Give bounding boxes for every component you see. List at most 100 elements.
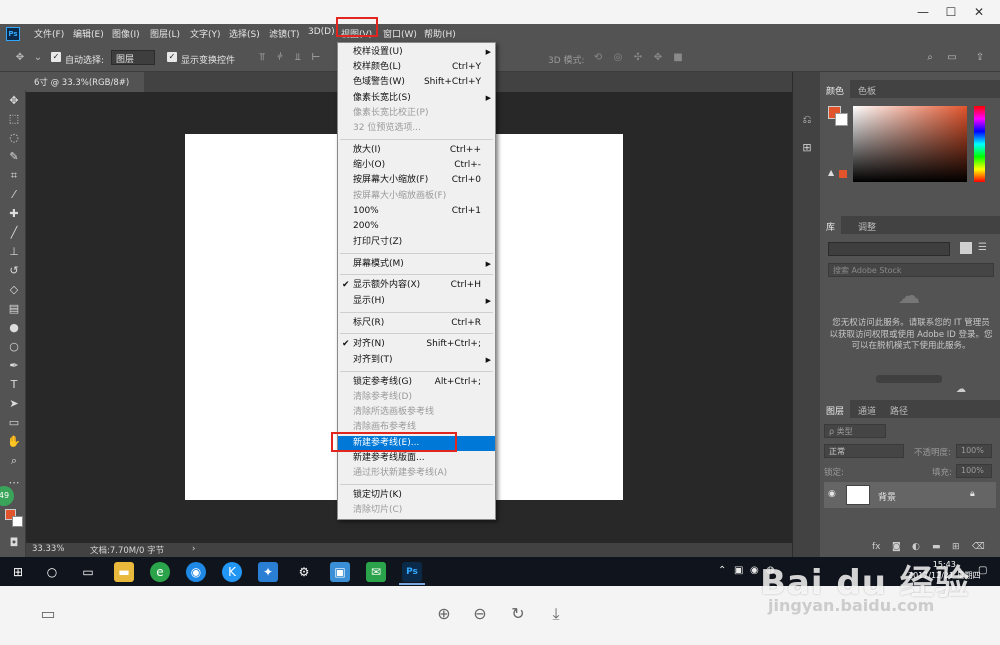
- download-icon[interactable]: ⤓: [546, 604, 566, 624]
- color-picker-field[interactable]: [853, 106, 967, 182]
- eraser-tool-icon[interactable]: ◇: [7, 283, 21, 297]
- path-select-tool-icon[interactable]: ➤: [7, 397, 21, 411]
- type-tool-icon[interactable]: T: [7, 378, 21, 392]
- marquee-tool-icon[interactable]: ⬚: [7, 112, 21, 126]
- tray-app-icon[interactable]: ◉: [750, 565, 759, 576]
- cortana-icon[interactable]: ○: [42, 562, 62, 582]
- tab-color[interactable]: 颜色: [820, 80, 851, 98]
- menu-item-zoom-in[interactable]: 放大(I) Ctrl++: [338, 143, 495, 158]
- menu-file[interactable]: 文件(F): [34, 27, 64, 40]
- menu-item-print-size[interactable]: 打印尺寸(Z): [338, 235, 495, 250]
- tray-chevron-icon[interactable]: ⌃: [718, 565, 726, 576]
- zoom-level[interactable]: 33.33%: [32, 544, 64, 554]
- library-select[interactable]: [828, 242, 950, 256]
- adjustment-layer-icon[interactable]: ◐: [912, 542, 920, 552]
- menu-item-100-percent[interactable]: 100% Ctrl+1: [338, 204, 495, 219]
- tab-paths[interactable]: 路径: [884, 400, 914, 418]
- menu-item-snap-to[interactable]: 对齐到(T) ▶: [338, 353, 495, 368]
- cc-sync-icon[interactable]: ☁: [956, 384, 966, 395]
- healing-brush-tool-icon[interactable]: ✚: [7, 207, 21, 221]
- k-app-icon[interactable]: K: [222, 562, 242, 582]
- background-color-swatch[interactable]: [12, 516, 23, 527]
- slide-3d-icon[interactable]: ✥: [652, 52, 664, 64]
- menu-item-200-percent[interactable]: 200%: [338, 219, 495, 234]
- tab-swatches[interactable]: 色板: [852, 80, 882, 98]
- menu-type[interactable]: 文字(Y): [190, 27, 221, 40]
- minimize-button[interactable]: —: [912, 4, 934, 20]
- quick-mask-icon[interactable]: ◘: [7, 536, 21, 550]
- stamp-tool-icon[interactable]: ⊥: [7, 245, 21, 259]
- dodge-tool-icon[interactable]: ○: [7, 340, 21, 354]
- link-layers-icon[interactable]: fx: [872, 542, 881, 552]
- move-tool-icon[interactable]: ✥: [7, 94, 21, 108]
- hue-slider[interactable]: [974, 106, 985, 182]
- auto-select-checkbox[interactable]: ✓: [51, 52, 61, 62]
- menu-select[interactable]: 选择(S): [229, 27, 260, 40]
- file-explorer-icon[interactable]: ▬: [114, 562, 134, 582]
- menu-item-show[interactable]: 显示(H) ▶: [338, 294, 495, 309]
- search-icon[interactable]: ⌕: [924, 52, 936, 64]
- rectangle-tool-icon[interactable]: ▭: [7, 416, 21, 430]
- layer-filter-select[interactable]: ρ 类型: [824, 424, 886, 438]
- workspace-icon[interactable]: ▭: [946, 52, 958, 64]
- close-button[interactable]: ✕: [968, 4, 990, 20]
- orbit-3d-icon[interactable]: ⟲: [592, 52, 604, 64]
- properties-panel-icon[interactable]: ⊞: [799, 140, 815, 156]
- chevron-down-icon[interactable]: ⌄: [32, 52, 44, 64]
- menu-item-proof-setup[interactable]: 校样设置(U) ▶: [338, 45, 495, 60]
- bird-app-icon[interactable]: ✦: [258, 562, 278, 582]
- document-tab[interactable]: 6寸 @ 33.3%(RGB/8#): [26, 72, 144, 92]
- menu-help[interactable]: 帮助(H): [424, 27, 456, 40]
- thumbnail-view-icon[interactable]: ▭: [38, 604, 58, 624]
- share-icon[interactable]: ⇪: [974, 52, 986, 64]
- menu-item-gamut-warning[interactable]: 色域警告(W) Shift+Ctrl+Y: [338, 75, 495, 90]
- opacity-input[interactable]: 100%: [956, 444, 992, 458]
- align-middle-icon[interactable]: ⫩: [274, 52, 286, 64]
- zoom-out-icon[interactable]: ⊖: [470, 604, 490, 624]
- grid-view-icon[interactable]: [960, 242, 972, 254]
- menu-image[interactable]: 图像(I): [112, 27, 140, 40]
- auto-select-dropdown[interactable]: 图层: [111, 50, 155, 65]
- menu-item-extras[interactable]: ✔ 显示额外内容(X) Ctrl+H: [338, 278, 495, 293]
- menu-item-new-guide-layout[interactable]: 新建参考线版面...: [338, 451, 495, 466]
- notification-icon[interactable]: ▢: [978, 565, 987, 576]
- add-mask-icon[interactable]: ◙: [892, 542, 901, 552]
- quick-select-tool-icon[interactable]: ✎: [7, 150, 21, 164]
- zoom-tool-icon[interactable]: ⌕: [7, 454, 21, 468]
- library-login-button[interactable]: [876, 375, 942, 383]
- menu-item-fit-on-screen[interactable]: 按屏幕大小缩放(F) Ctrl+0: [338, 173, 495, 188]
- hand-tool-icon[interactable]: ✋: [7, 435, 21, 449]
- menu-item-snap[interactable]: ✔ 对齐(N) Shift+Ctrl+;: [338, 337, 495, 352]
- menu-filter[interactable]: 滤镜(T): [269, 27, 300, 40]
- menu-item-lock-guides[interactable]: 锁定参考线(G) Alt+Ctrl+;: [338, 375, 495, 390]
- menu-item-zoom-out[interactable]: 缩小(O) Ctrl+-: [338, 158, 495, 173]
- eyedropper-tool-icon[interactable]: ⁄: [7, 188, 21, 202]
- new-layer-icon[interactable]: ⊞: [952, 542, 960, 552]
- drag-3d-icon[interactable]: ✣: [632, 52, 644, 64]
- status-arrow-icon[interactable]: ›: [192, 544, 195, 554]
- trash-icon[interactable]: ⌫: [972, 542, 985, 552]
- list-view-icon[interactable]: ☰: [978, 242, 987, 253]
- panel-background-swatch[interactable]: [835, 113, 848, 126]
- maximize-button[interactable]: ☐: [940, 4, 962, 20]
- menu-item-screen-mode[interactable]: 屏幕模式(M) ▶: [338, 257, 495, 272]
- brush-tool-icon[interactable]: ╱: [7, 226, 21, 240]
- media-app-icon[interactable]: ▣: [330, 562, 350, 582]
- tab-layers[interactable]: 图层: [820, 400, 851, 418]
- rotate-icon[interactable]: ↻: [508, 604, 528, 624]
- gamut-warning-swatch[interactable]: [839, 170, 847, 178]
- menu-item-pixel-aspect-ratio[interactable]: 像素长宽比(S) ▶: [338, 91, 495, 106]
- history-panel-icon[interactable]: ⎌: [799, 112, 815, 128]
- menu-layer[interactable]: 图层(L): [150, 27, 180, 40]
- task-view-icon[interactable]: ▭: [78, 562, 98, 582]
- blend-mode-select[interactable]: 正常: [824, 444, 904, 458]
- menu-3d[interactable]: 3D(D): [308, 27, 335, 37]
- menu-edit[interactable]: 编辑(E): [73, 27, 104, 40]
- tab-adjustments[interactable]: 调整: [852, 216, 882, 234]
- align-bottom-icon[interactable]: ⫫: [292, 52, 304, 64]
- show-transform-checkbox[interactable]: ✓: [167, 52, 177, 62]
- align-top-icon[interactable]: ⫪: [256, 52, 268, 64]
- menu-item-lock-slices[interactable]: 锁定切片(K): [338, 488, 495, 503]
- gradient-tool-icon[interactable]: ▤: [7, 302, 21, 316]
- settings-gear-icon[interactable]: ⚙: [294, 562, 314, 582]
